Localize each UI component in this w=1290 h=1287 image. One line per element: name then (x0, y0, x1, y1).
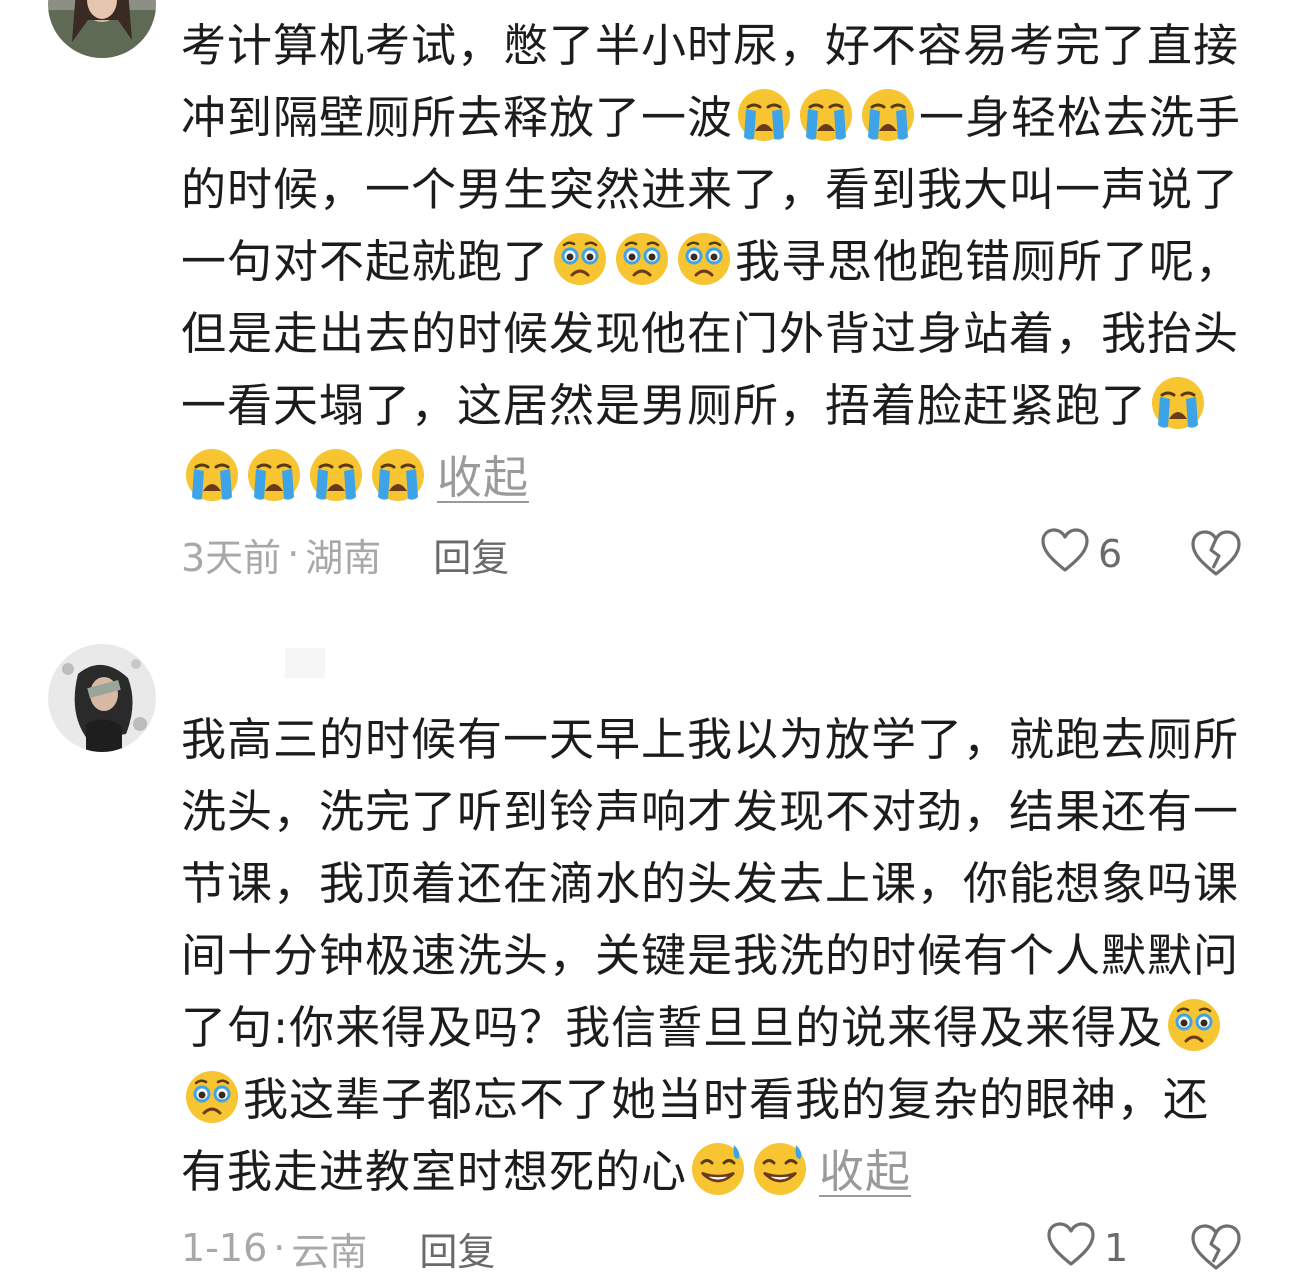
image-artifact (285, 648, 325, 678)
dislike-button[interactable] (1190, 528, 1242, 578)
comment-text: 我高三的时候有一天早上我以为放学了，就跑去厕所洗头，洗完了听到铃声响才发现不对劲… (181, 704, 1251, 1208)
comment-meta: 3天前 · 湖南 回复 (181, 524, 509, 584)
loudly-crying-face-emoji-icon (370, 447, 426, 503)
collapse-link[interactable]: 收起 (437, 442, 529, 514)
loudly-crying-face-emoji-icon (798, 87, 854, 143)
face-holding-back-tears-emoji-icon (1166, 997, 1222, 1053)
meta-separator: · (287, 532, 300, 576)
comment-meta: 1-16 · 云南 回复 (181, 1218, 495, 1278)
loudly-crying-face-emoji-icon (184, 447, 240, 503)
heart-outline-icon (1046, 1221, 1104, 1276)
user-avatar[interactable] (48, 644, 156, 752)
loudly-crying-face-emoji-icon (308, 447, 364, 503)
like-count: 1 (1104, 1226, 1129, 1270)
comment-time: 3天前 (181, 535, 282, 580)
comment-item: 考计算机考试，憋了半小时尿，好不容易考完了直接冲到隔壁厕所去释放了一波 一身轻松… (0, 0, 1290, 600)
face-holding-back-tears-emoji-icon (614, 231, 670, 287)
heart-outline-icon (1040, 527, 1098, 582)
like-button[interactable]: 6 (1040, 524, 1122, 584)
loudly-crying-face-emoji-icon (736, 87, 792, 143)
comment-location: 云南 (291, 1229, 368, 1274)
comment-item: 我高三的时候有一天早上我以为放学了，就跑去厕所洗头，洗完了听到铃声响才发现不对劲… (0, 600, 1290, 1287)
comment-time: 1-16 (181, 1226, 268, 1270)
like-count: 6 (1098, 532, 1123, 576)
reply-button[interactable]: 回复 (419, 1221, 495, 1276)
comment-text-run: 我高三的时候有一天早上我以为放学了，就跑去厕所洗头，洗完了听到铃声响才发现不对劲… (181, 713, 1240, 1054)
face-holding-back-tears-emoji-icon (184, 1069, 240, 1125)
face-holding-back-tears-emoji-icon (676, 231, 732, 287)
like-button[interactable]: 1 (1046, 1218, 1128, 1278)
collapse-link[interactable]: 收起 (819, 1136, 911, 1208)
grinning-face-with-sweat-emoji-icon (690, 1141, 746, 1197)
broken-heart-outline-icon (1190, 1224, 1242, 1276)
user-avatar[interactable] (48, 0, 156, 58)
comment-location: 湖南 (305, 535, 382, 580)
meta-separator: · (273, 1226, 286, 1270)
grinning-face-with-sweat-emoji-icon (752, 1141, 808, 1197)
reply-button[interactable]: 回复 (433, 527, 509, 582)
face-holding-back-tears-emoji-icon (552, 231, 608, 287)
loudly-crying-face-emoji-icon (1150, 375, 1206, 431)
comment-text: 考计算机考试，憋了半小时尿，好不容易考完了直接冲到隔壁厕所去释放了一波 一身轻松… (181, 10, 1251, 514)
dislike-button[interactable] (1190, 1222, 1242, 1272)
loudly-crying-face-emoji-icon (860, 87, 916, 143)
broken-heart-outline-icon (1190, 530, 1242, 582)
loudly-crying-face-emoji-icon (246, 447, 302, 503)
